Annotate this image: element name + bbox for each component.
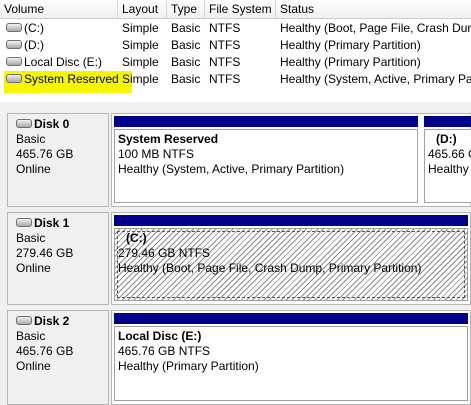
partition-bar [114, 313, 468, 324]
disk-label[interactable]: Disk 2 Basic 465.76 GB Online [7, 310, 109, 405]
drive-icon [6, 74, 22, 84]
disk-label[interactable]: Disk 1 Basic 279.46 GB Online [7, 212, 109, 305]
drive-icon [6, 57, 22, 67]
layout-cell: Simple [122, 38, 159, 52]
disk-row-1: Disk 1 Basic 279.46 GB Online (C:) 279.4… [7, 212, 471, 305]
partition-e[interactable]: Local Disc (E:) 465.76 GB NTFS Healthy (… [112, 311, 470, 404]
disk-map: Disk 0 Basic 465.76 GB Online System Res… [0, 102, 471, 405]
volume-row-c[interactable]: (C:) Simple Basic NTFS Healthy (Boot, Pa… [0, 20, 471, 37]
partition-name: (C:) [126, 231, 147, 245]
partition-name: Local Disc (E:) [118, 329, 202, 343]
volume-name: System Reserved [24, 72, 118, 86]
drive-icon [6, 23, 22, 33]
status-cell: Healthy (System, Active, Primary Par [280, 72, 471, 86]
volume-name: (C:) [24, 21, 44, 35]
partition-box: System Reserved 100 MB NTFS Healthy (Sys… [114, 129, 418, 203]
drive-icon [16, 316, 32, 326]
disk-state: Online [16, 359, 51, 373]
column-header-status[interactable]: Status [276, 0, 471, 18]
partition-size: 465.66 G [428, 147, 471, 161]
drive-icon [16, 119, 32, 129]
status-cell: Healthy (Primary Partition) [280, 55, 421, 69]
drive-icon [6, 40, 22, 50]
file-system-cell: NTFS [209, 38, 241, 52]
disk-name: Disk 2 [34, 314, 70, 328]
volume-cell: (C:) [0, 20, 118, 37]
partition-bar [424, 116, 471, 127]
column-header-layout[interactable]: Layout [118, 0, 167, 18]
volume-name: Local Disc (E:) [24, 55, 103, 69]
type-cell: Basic [171, 55, 201, 69]
column-header-volume[interactable]: Volume [0, 0, 118, 18]
volume-list-header: Volume Layout Type File System Status [0, 0, 471, 19]
drive-icon [16, 218, 32, 228]
partition-size: 100 MB NTFS [118, 147, 195, 161]
volume-cell: (D:) [0, 37, 118, 54]
layout-cell: Simple [122, 21, 159, 35]
partition-status: Healthy [428, 162, 469, 176]
disk-name: Disk 0 [34, 117, 70, 131]
disk-name: Disk 1 [34, 216, 70, 230]
partition-box: Local Disc (E:) 465.76 GB NTFS Healthy (… [114, 326, 468, 401]
partition-name: (D:) [436, 132, 457, 146]
partition-area: (C:) 279.46 GB NTFS Healthy (Boot, Page … [111, 212, 471, 305]
volume-row-e[interactable]: Local Disc (E:) Simple Basic NTFS Health… [0, 54, 471, 71]
partition-box: (C:) 279.46 GB NTFS Healthy (Boot, Page … [114, 228, 468, 301]
disk-state: Online [16, 162, 51, 176]
partition-status: Healthy (Primary Partition) [118, 359, 259, 373]
layout-cell: Simple [122, 55, 159, 69]
volume-row-system-reserved[interactable]: System Reserved Simple Basic NTFS Health… [0, 71, 471, 88]
partition-area: System Reserved 100 MB NTFS Healthy (Sys… [111, 113, 471, 207]
partition-status: Healthy (Boot, Page File, Crash Dump, Pr… [118, 261, 422, 275]
partition-size: 465.76 GB NTFS [118, 344, 211, 358]
volume-cell: Local Disc (E:) [0, 54, 118, 71]
partition-status: Healthy (System, Active, Primary Partiti… [118, 162, 345, 176]
file-system-cell: NTFS [209, 72, 241, 86]
disk-size: 279.46 GB [16, 246, 74, 260]
partition-name: System Reserved [118, 132, 219, 146]
type-cell: Basic [171, 38, 201, 52]
partition-c[interactable]: (C:) 279.46 GB NTFS Healthy (Boot, Page … [112, 213, 470, 304]
disk-type: Basic [16, 132, 46, 146]
type-cell: Basic [171, 72, 201, 86]
disk-size: 465.76 GB [16, 344, 74, 358]
column-header-file-system[interactable]: File System [205, 0, 276, 18]
volume-list: Volume Layout Type File System Status (C… [0, 0, 471, 102]
volume-name: (D:) [24, 38, 44, 52]
file-system-cell: NTFS [209, 21, 241, 35]
type-cell: Basic [171, 21, 201, 35]
disk-type: Basic [16, 329, 46, 343]
partition-system-reserved[interactable]: System Reserved 100 MB NTFS Healthy (Sys… [112, 114, 420, 206]
disk-state: Online [16, 261, 51, 275]
status-cell: Healthy (Primary Partition) [280, 38, 421, 52]
column-header-type[interactable]: Type [167, 0, 205, 18]
partition-size: 279.46 GB NTFS [118, 246, 211, 260]
volume-row-d[interactable]: (D:) Simple Basic NTFS Healthy (Primary … [0, 37, 471, 54]
partition-box: (D:) 465.66 G Healthy [424, 129, 471, 203]
partition-bar [114, 116, 418, 127]
volume-cell: System Reserved [0, 71, 118, 88]
partition-area: Local Disc (E:) 465.76 GB NTFS Healthy (… [111, 310, 471, 405]
disk-label[interactable]: Disk 0 Basic 465.76 GB Online [7, 113, 109, 207]
disk-type: Basic [16, 231, 46, 245]
status-cell: Healthy (Boot, Page File, Crash Dump [280, 21, 471, 35]
disk-size: 465.76 GB [16, 147, 74, 161]
file-system-cell: NTFS [209, 55, 241, 69]
partition-d[interactable]: (D:) 465.66 G Healthy [422, 114, 471, 206]
partition-bar [114, 215, 468, 226]
disk-row-2: Disk 2 Basic 465.76 GB Online Local Disc… [7, 310, 471, 405]
layout-cell: Simple [122, 72, 159, 86]
disk-row-0: Disk 0 Basic 465.76 GB Online System Res… [7, 113, 471, 207]
